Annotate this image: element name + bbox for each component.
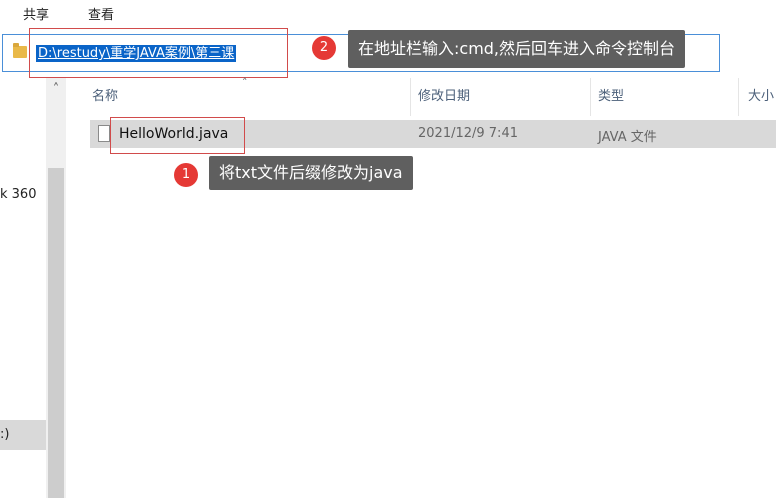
column-name[interactable]: 名称 [82,78,412,116]
nav-scrollbar[interactable]: ˄ [46,78,66,498]
annotation-callout-2: 在地址栏输入:cmd,然后回车进入命令控制台 [348,30,686,68]
file-icon [98,125,110,142]
ribbon-tabs: 共享 查看 [0,0,776,26]
annotation-callout-1: 将txt文件后缀修改为java [209,156,413,190]
nav-item-selected[interactable]: :) [0,420,46,450]
nav-item-360[interactable]: k 360 [0,187,36,202]
tab-share[interactable]: 共享 [23,4,49,23]
scroll-thumb[interactable] [48,168,64,498]
nav-item-selected-label: :) [0,427,10,442]
column-size[interactable]: 大小 [738,78,776,116]
column-modified[interactable]: 修改日期 [408,78,588,116]
address-highlight-box [29,28,288,78]
file-modified-date: 2021/12/9 7:41 [418,126,518,141]
folder-icon [13,43,27,58]
file-type: JAVA 文件 [598,130,657,145]
column-header: ˄ 名称 修改日期 类型 大小 [66,76,776,116]
annotation-badge-2: 2 [312,36,336,60]
file-highlight-box [110,117,245,154]
column-type[interactable]: 类型 [588,78,738,116]
scroll-up-icon[interactable]: ˄ [46,78,66,102]
navigation-pane: k 360 :) [0,78,46,498]
tab-view[interactable]: 查看 [88,4,114,23]
annotation-badge-1: 1 [174,163,198,187]
